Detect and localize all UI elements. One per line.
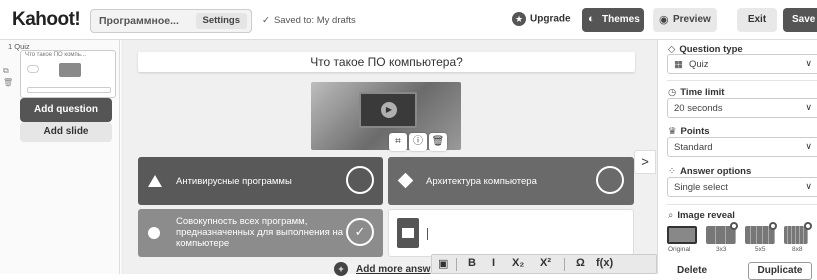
divider (667, 80, 817, 81)
lock-icon (804, 222, 812, 230)
eye-icon: ◉ (659, 14, 669, 26)
slide-thumbnail[interactable]: Что такое ПО компь... (20, 50, 116, 98)
trash-icon[interactable]: 🗑 (429, 133, 447, 151)
add-question-button[interactable]: Add question (20, 98, 112, 122)
chevron-down-icon: ∨ (805, 141, 812, 151)
reveal-label-8x8: 8x8 (792, 246, 803, 253)
answer-options-value: Single select (674, 182, 728, 193)
points-label: ♛ Points (668, 126, 710, 137)
reveal-label-5x5: 5x5 (755, 246, 766, 253)
media-toolbar: ⌗ ⓘ 🗑 (389, 131, 449, 151)
save-status: ✓ Saved to: My drafts (262, 15, 356, 26)
answer-3-text[interactable]: Совокупность всех программ, предназначен… (176, 216, 346, 249)
settings-panel: ◇ Question type ▦ Quiz ∨ ◷ Time limit 20 se… (657, 40, 817, 280)
save-button[interactable]: Save (783, 8, 817, 32)
reveal-label-3x3: 3x3 (716, 246, 727, 253)
question-input[interactable]: Что такое ПО компьютера? (138, 52, 635, 72)
duplicate-icon[interactable]: ⧉ (3, 66, 9, 76)
correct-toggle-1[interactable] (346, 166, 374, 194)
upgrade-button[interactable]: ★ Upgrade (512, 12, 571, 26)
correct-check-icon[interactable]: ✓ (346, 218, 374, 246)
special-chars-button[interactable]: Ω (576, 257, 585, 269)
add-slide-button[interactable]: Add slide (20, 122, 112, 142)
collapse-panel-button[interactable]: > (634, 150, 656, 174)
exit-button[interactable]: Exit (737, 8, 777, 32)
subscript-button[interactable]: X₂ (512, 257, 524, 269)
answer-1-text[interactable]: Антивирусные программы (176, 176, 292, 187)
image-reveal-label: ⌕ Image reveal (668, 210, 735, 221)
palette-icon: ◐ (588, 13, 595, 25)
answer-options-label: ⁘ Answer options (668, 166, 752, 177)
thumb-answers (27, 87, 111, 93)
themes-button[interactable]: ◐ Themes (582, 8, 644, 32)
slides-sidebar: 1 Quiz ⧉ 🗑 Что такое ПО компь... Add que… (0, 40, 120, 274)
bold-button[interactable]: B (468, 257, 476, 269)
italic-button[interactable]: I (492, 257, 495, 269)
time-limit-value: 20 seconds (674, 103, 723, 114)
lock-icon (730, 222, 738, 230)
points-select[interactable]: Standard ∨ (667, 137, 817, 157)
top-bar: Kahoot! Программное... Settings ✓ Saved t… (0, 0, 817, 40)
correct-toggle-2[interactable] (596, 166, 624, 194)
superscript-button[interactable]: X² (540, 257, 551, 269)
star-icon: ★ (512, 12, 526, 26)
trash-icon[interactable]: 🗑 (3, 78, 13, 87)
toolbar-divider (564, 258, 565, 271)
quiz-title-field[interactable]: Программное... Settings (90, 9, 252, 33)
clock-icon: ◷ (668, 87, 677, 98)
duplicate-button[interactable]: Duplicate (748, 262, 812, 280)
divider (667, 204, 817, 205)
quiz-icon: ▦ (674, 59, 683, 70)
triangle-icon (148, 175, 162, 187)
question-editor: Что такое ПО компьютера? ▶ ⌗ ⓘ 🗑 > Антивир… (121, 40, 657, 276)
answer-3[interactable]: Совокупность всех программ, предназначен… (138, 209, 383, 257)
add-more-label: Add more answ (356, 264, 431, 275)
chevron-down-icon: ∨ (805, 181, 812, 191)
diamond-icon (397, 172, 414, 189)
question-type-select[interactable]: ▦ Quiz ∨ (667, 54, 817, 74)
thumb-image (59, 63, 81, 77)
formatting-toolbar: ▣ B I X₂ X² Ω f(x) (431, 254, 657, 274)
quiz-title: Программное... (99, 15, 179, 27)
time-limit-label: ◷ Time limit (668, 87, 725, 98)
save-status-text: Saved to: My drafts (273, 15, 356, 26)
answer-1[interactable]: Антивирусные программы (138, 157, 383, 205)
delete-button[interactable]: Delete (677, 265, 707, 276)
chevron-down-icon: ∨ (805, 102, 812, 112)
info-icon[interactable]: ⓘ (409, 133, 427, 151)
answer-2-text[interactable]: Архитектура компьютера (426, 176, 537, 187)
crop-icon[interactable]: ⌗ (389, 133, 407, 151)
preview-button[interactable]: ◉ Preview (653, 8, 717, 32)
reveal-label-original: Original (668, 246, 691, 253)
time-limit-select[interactable]: 20 seconds ∨ (667, 98, 817, 118)
thumb-timer (27, 65, 39, 73)
answer-2[interactable]: Архитектура компьютера (388, 157, 634, 205)
text-cursor (427, 228, 428, 240)
reveal-original[interactable] (667, 226, 697, 244)
question-type-value: Quiz (688, 59, 709, 70)
lock-icon (769, 222, 777, 230)
themes-label: Themes (602, 14, 640, 25)
upgrade-label: Upgrade (530, 13, 571, 25)
answer-options-select[interactable]: Single select ∨ (667, 177, 817, 197)
equation-button[interactable]: f(x) (596, 257, 613, 269)
play-icon: ▶ (381, 102, 397, 118)
thumb-title: Что такое ПО компь... (25, 52, 86, 58)
chevron-down-icon: ∨ (805, 58, 812, 68)
points-value: Standard (674, 142, 713, 153)
answer-4[interactable] (388, 209, 634, 257)
circle-icon (148, 227, 160, 239)
square-icon (397, 218, 419, 248)
kahoot-logo[interactable]: Kahoot! (12, 9, 81, 31)
grid-icon: ⁘ (668, 166, 676, 177)
trophy-icon: ♛ (668, 126, 677, 137)
image-icon[interactable]: ▣ (438, 257, 448, 270)
reveal-icon: ⌕ (668, 210, 674, 221)
settings-button[interactable]: Settings (195, 13, 247, 29)
check-icon: ✓ (262, 15, 270, 26)
toolbar-divider (456, 258, 457, 271)
preview-label: Preview (673, 14, 711, 25)
